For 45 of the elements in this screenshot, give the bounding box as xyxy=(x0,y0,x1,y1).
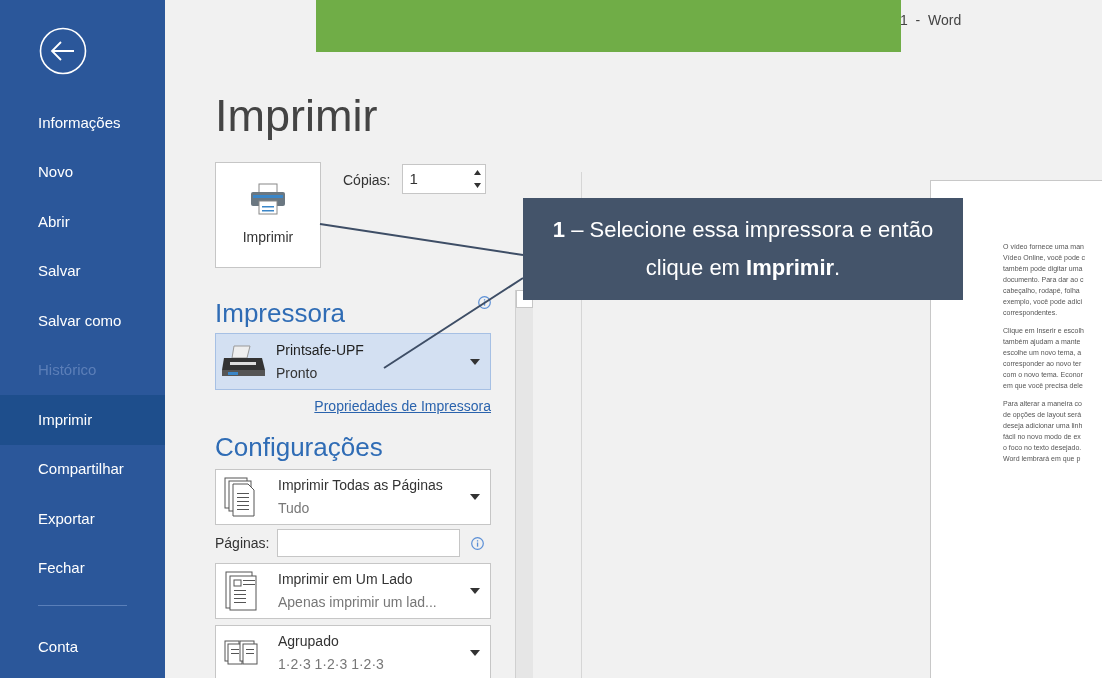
settings-dropdown[interactable]: Agrupado 1·2·3 1·2·3 1·2·3 xyxy=(215,625,491,678)
pages-field[interactable] xyxy=(277,529,461,557)
sidebar-item[interactable]: Imprimir xyxy=(0,395,165,445)
sidebar-item[interactable]: Salvar xyxy=(0,246,165,296)
printer-name: Printsafe-UPF xyxy=(276,340,365,360)
printer-dropdown[interactable]: Printsafe-UPF Pronto xyxy=(215,333,491,390)
printer-heading: Impressora xyxy=(215,297,346,329)
dropdown-caret-icon xyxy=(470,494,480,500)
sidebar-item[interactable]: Informações xyxy=(0,98,165,148)
collated-pages-icon xyxy=(224,640,258,666)
sidebar-item[interactable]: Fechar xyxy=(0,543,165,593)
window-title: 1 - Word xyxy=(900,10,962,30)
dropdown-subtitle: Tudo xyxy=(278,499,311,518)
settings-dropdown[interactable]: Imprimir em Um Lado Apenas imprimir um lad... xyxy=(215,563,491,619)
dropdown-caret-icon xyxy=(470,358,480,365)
dropdown-subtitle: 1·2·3 1·2·3 1·2·3 xyxy=(278,655,385,674)
callout-text: 1 – Selecione essa impressora e então clique em Imprimir. xyxy=(551,216,935,282)
printer-icon xyxy=(250,182,286,215)
spin-arrows-icon[interactable] xyxy=(474,169,482,189)
info-icon xyxy=(471,536,485,550)
copies-label: Cópias: xyxy=(343,171,391,190)
dropdown-title: Imprimir Todas as Páginas xyxy=(278,476,444,495)
dropdown-caret-icon xyxy=(470,650,480,656)
print-button[interactable]: Imprimir xyxy=(215,162,321,268)
dropdown-title: Agrupado xyxy=(278,632,340,651)
sidebar-item[interactable]: Conta xyxy=(0,622,165,672)
sidebar-item[interactable]: Novo xyxy=(0,147,165,197)
dropdown-title: Imprimir em Um Lado xyxy=(278,570,414,589)
pages-label: Páginas: xyxy=(215,533,270,553)
info-icon xyxy=(478,296,491,309)
scrollbar[interactable] xyxy=(515,290,533,678)
sidebar-item[interactable]: Abrir xyxy=(0,197,165,247)
settings-dropdown[interactable]: Imprimir Todas as Páginas Tudo xyxy=(215,469,491,525)
dropdown-subtitle: Apenas imprimir um lad... xyxy=(278,593,438,612)
dropdown-caret-icon xyxy=(470,588,480,594)
pages-stack-icon xyxy=(224,477,258,517)
sidebar-item[interactable]: Salvar como xyxy=(0,296,165,346)
printer-status: Pronto xyxy=(276,363,319,383)
page-heading: Imprimir xyxy=(215,89,379,143)
settings-heading: Configurações xyxy=(215,431,384,463)
sidebar-item[interactable]: Compartilhar xyxy=(0,444,165,494)
sidebar-item[interactable]: Exportar xyxy=(0,494,165,544)
copies-spinner[interactable]: 1 xyxy=(402,164,487,194)
printer-properties-link[interactable]: Propriedades de Impressora xyxy=(314,396,491,417)
single-page-icon xyxy=(224,571,258,611)
